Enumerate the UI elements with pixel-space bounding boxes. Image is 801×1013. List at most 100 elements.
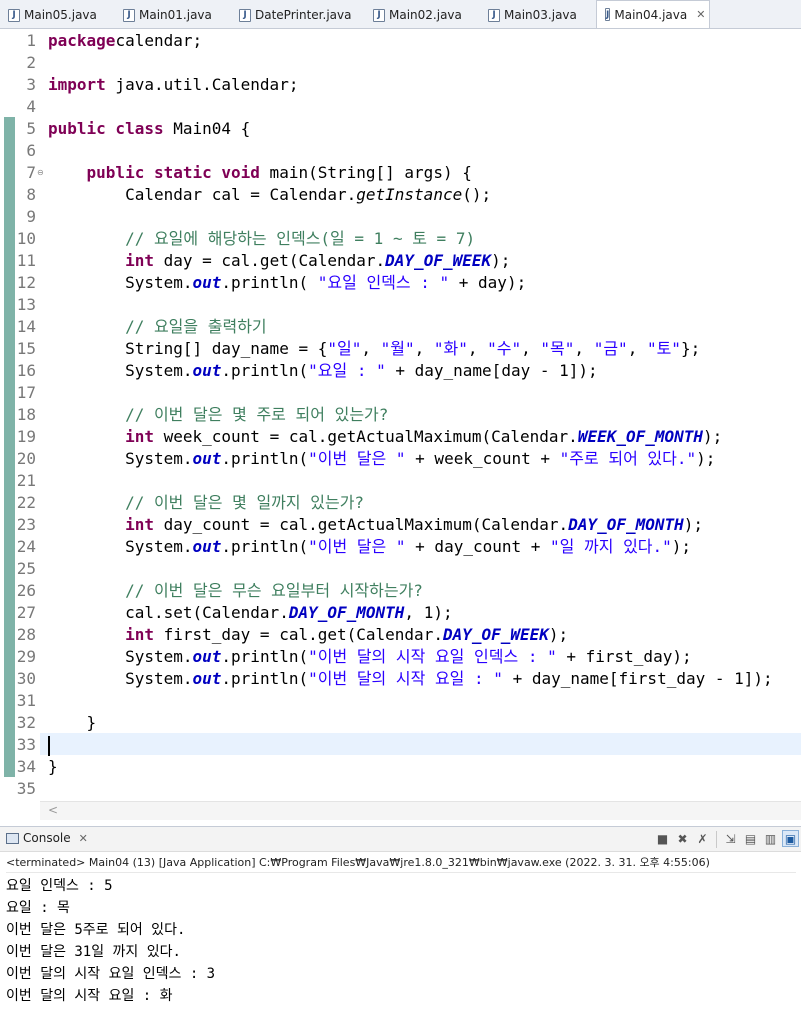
code-line[interactable]: 7 ⊖ public static void main(String[] args… (0, 162, 801, 184)
code-line[interactable]: 27 cal.set(Calendar.DAY_OF_MONTH, 1); (0, 602, 801, 624)
code-token: .println( (221, 273, 318, 292)
remove-all-terminated-icon[interactable]: ✗ (694, 830, 711, 847)
line-number: 1 (26, 31, 36, 50)
code-line[interactable]: 20 System.out.println("이번 달은 " + week_co… (0, 448, 801, 470)
code-line[interactable]: 23 int day_count = cal.getActualMaximum(… (0, 514, 801, 536)
code-line[interactable]: 21 (0, 470, 801, 492)
console-header: Console ✕ ■ ✖ ✗ ⇲ ▤ ▥ ▣ (0, 826, 801, 852)
code-line[interactable]: 2 (0, 52, 801, 74)
remove-launch-icon[interactable]: ✖ (674, 830, 691, 847)
code-token: import (48, 75, 106, 94)
code-line[interactable]: 14 // 요일을 출력하기 (0, 316, 801, 338)
code-token: // 이번 달은 몇 일까지 있는가? (125, 493, 365, 512)
code-token: , (627, 339, 647, 358)
code-token: week_count = cal.getActualMaximum(Calend… (153, 427, 578, 446)
code-line[interactable]: 5 public class Main04 { (0, 118, 801, 140)
code-text: public static void main(String[] args) { (48, 162, 472, 184)
fold-toggle-icon[interactable]: ⊖ (37, 168, 44, 177)
code-line[interactable]: 15 String[] day_name = {"일", "월", "화", "… (0, 338, 801, 360)
editor-tab[interactable]: J Main05.java (0, 2, 115, 28)
code-token: Main04 { (163, 119, 251, 138)
editor-tab[interactable]: J Main02.java (365, 2, 480, 28)
code-line[interactable]: 35 (0, 778, 801, 800)
code-line[interactable]: 22 // 이번 달은 몇 일까지 있는가? (0, 492, 801, 514)
show-when-stderr-icon[interactable]: ▥ (762, 830, 779, 847)
code-line[interactable]: 16 System.out.println("요일 : " + day_name… (0, 360, 801, 382)
line-number: 34 (16, 757, 36, 776)
line-number: 6 (26, 141, 36, 160)
code-line[interactable]: 19 int week_count = cal.getActualMaximum… (0, 426, 801, 448)
code-line[interactable]: 8 Calendar cal = Calendar.getInstance(); (0, 184, 801, 206)
code-line[interactable]: 31 (0, 690, 801, 712)
code-line[interactable]: 32 } (0, 712, 801, 734)
code-line[interactable]: 28 int first_day = cal.get(Calendar.DAY_… (0, 624, 801, 646)
code-line[interactable]: 6 (0, 140, 801, 162)
code-token: DAY_OF_MONTH (288, 603, 405, 622)
scroll-left-icon[interactable]: < (48, 803, 58, 817)
tab-label: DatePrinter.java (255, 8, 352, 22)
line-number: 15 (16, 339, 36, 358)
terminate-icon[interactable]: ■ (654, 830, 671, 847)
code-line[interactable]: 29 System.out.println("이번 달의 시작 요일 인덱스 :… (0, 646, 801, 668)
console-output[interactable]: 요일 인덱스 : 5 요일 : 목 이번 달은 5주로 되어 있다. 이번 달은 31… (6, 872, 796, 1007)
editor-tab[interactable]: J Main04.java ✕ (596, 0, 710, 28)
code-token: .println( (221, 449, 309, 468)
code-token: "화" (433, 339, 468, 358)
code-line[interactable]: 30 System.out.println("이번 달의 시작 요일 : " +… (0, 668, 801, 690)
code-line[interactable]: 12 System.out.println( "요일 인덱스 : " + day… (0, 272, 801, 294)
code-line[interactable]: 4 (0, 96, 801, 118)
close-icon[interactable]: ✕ (696, 8, 705, 21)
close-icon[interactable]: ✕ (79, 832, 88, 845)
code-text: int day = cal.get(Calendar.DAY_OF_WEEK); (48, 250, 510, 272)
code-token: "요일 : " (308, 361, 386, 380)
code-line[interactable]: 25 (0, 558, 801, 580)
editor-tab[interactable]: J DatePrinter.java (231, 2, 365, 28)
code-line[interactable]: 18 // 이번 달은 몇 주로 되어 있는가? (0, 404, 801, 426)
code-text: int day_count = cal.getActualMaximum(Cal… (48, 514, 703, 536)
code-line[interactable]: 1 packagecalendar; (0, 30, 801, 52)
show-when-stdout-icon[interactable]: ▤ (742, 830, 759, 847)
editor-tab[interactable]: J Main01.java (115, 2, 231, 28)
console-tab[interactable]: Console ✕ (6, 831, 88, 845)
code-token: , 1); (404, 603, 453, 622)
code-token: cal.set(Calendar. (48, 603, 289, 622)
code-line[interactable]: 17 (0, 382, 801, 404)
code-token: + week_count + (405, 449, 560, 468)
code-line[interactable]: 24 System.out.println("이번 달은 " + day_cou… (0, 536, 801, 558)
code-token: System. (48, 669, 193, 688)
code-line[interactable]: 9 (0, 206, 801, 228)
code-token: first_day = cal.get(Calendar. (153, 625, 443, 644)
code-text: System.out.println("이번 달의 시작 요일 : " + da… (48, 668, 773, 690)
code-token: Calendar cal = Calendar. (48, 185, 357, 204)
code-token: int (125, 427, 154, 446)
code-token: "수" (487, 339, 522, 358)
code-line[interactable]: 10 // 요일에 해당하는 인덱스(일 = 1 ~ 토 = 7) (0, 228, 801, 250)
code-editor[interactable]: 1 packagecalendar; 2 3 import java.util.Cale… (0, 29, 801, 801)
scroll-lock-icon[interactable]: ⇲ (722, 830, 739, 847)
code-line[interactable]: 13 (0, 294, 801, 316)
code-token: + day); (449, 273, 527, 292)
code-text: System.out.println("이번 달의 시작 요일 인덱스 : " … (48, 646, 692, 668)
code-token: ); (671, 537, 692, 556)
code-token: + day_name[day - 1]); (385, 361, 598, 380)
console-output-line: 요일 : 목 (6, 900, 70, 916)
code-line[interactable]: 11 int day = cal.get(Calendar.DAY_OF_WEE… (0, 250, 801, 272)
code-line[interactable]: 34} (0, 756, 801, 778)
line-number: 8 (26, 185, 36, 204)
horizontal-scrollbar[interactable]: < (40, 801, 801, 820)
editor-tab[interactable]: J Main03.java (480, 2, 596, 28)
console-toolbar: ■ ✖ ✗ ⇲ ▤ ▥ ▣ (654, 830, 799, 849)
java-file-icon: J (239, 8, 251, 22)
code-token: "금" (593, 339, 628, 358)
code-token: out (192, 449, 222, 468)
line-number: 24 (16, 537, 36, 556)
code-line[interactable]: 26 // 이번 달은 무슨 요일부터 시작하는가? (0, 580, 801, 602)
pin-console-icon[interactable]: ▣ (782, 830, 799, 847)
code-line[interactable]: 33 (0, 734, 801, 756)
code-line[interactable]: 3 import java.util.Calendar; (0, 74, 801, 96)
code-token: "이번 달은 " (308, 537, 406, 556)
